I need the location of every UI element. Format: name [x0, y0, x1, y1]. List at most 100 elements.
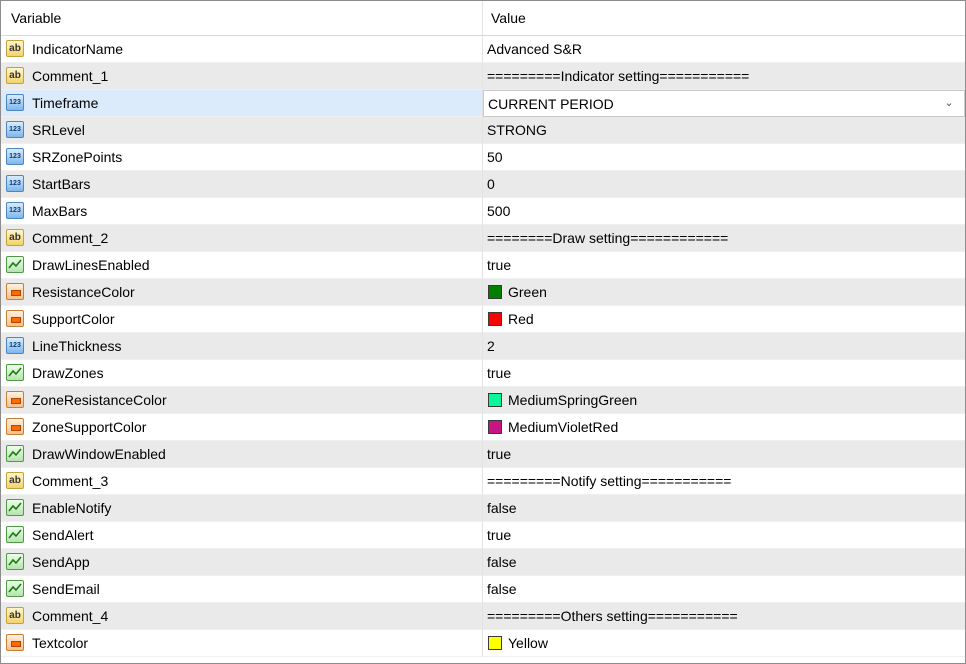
- value-text: STRONG: [487, 122, 547, 138]
- grid-row-linethickness[interactable]: 123 LineThickness 2: [1, 333, 965, 360]
- value-cell[interactable]: MediumVioletRed: [483, 414, 965, 441]
- grid-row-zonesupportcolor[interactable]: ZoneSupportColor MediumVioletRed: [1, 414, 965, 441]
- value-cell[interactable]: =========Others setting===========: [483, 603, 965, 630]
- variable-cell[interactable]: SendAlert: [1, 522, 482, 549]
- value-text: false: [487, 554, 517, 570]
- value-cell[interactable]: 2: [483, 333, 965, 360]
- variable-name: SendApp: [32, 554, 90, 570]
- value-text: 0: [487, 176, 495, 192]
- grid-row-drawwindowenabled[interactable]: DrawWindowEnabled true: [1, 441, 965, 468]
- grid-row-sendemail[interactable]: SendEmail false: [1, 576, 965, 603]
- grid-row-enablenotify[interactable]: EnableNotify false: [1, 495, 965, 522]
- value-text: true: [487, 446, 512, 462]
- value-dropdown[interactable]: CURRENT PERIOD ⌄: [483, 90, 965, 117]
- variable-cell[interactable]: ab Comment_3: [1, 468, 482, 495]
- value-cell[interactable]: true: [483, 252, 965, 279]
- variable-cell[interactable]: SendEmail: [1, 576, 482, 603]
- chevron-down-icon[interactable]: ⌄: [942, 96, 956, 110]
- grid-row-textcolor[interactable]: Textcolor Yellow: [1, 630, 965, 657]
- variable-cell[interactable]: ResistanceColor: [1, 279, 482, 306]
- grid-row-drawzones[interactable]: DrawZones true: [1, 360, 965, 387]
- variable-cell[interactable]: DrawLinesEnabled: [1, 252, 482, 279]
- variable-cell[interactable]: ZoneResistanceColor: [1, 387, 482, 414]
- variable-cell[interactable]: ab Comment_1: [1, 63, 482, 90]
- variable-cell[interactable]: ab Comment_4: [1, 603, 482, 630]
- value-cell[interactable]: 50: [483, 144, 965, 171]
- value-text: CURRENT PERIOD: [488, 96, 614, 112]
- variable-cell[interactable]: 123 SRZonePoints: [1, 144, 482, 171]
- value-cell[interactable]: Green: [483, 279, 965, 306]
- grid-row-startbars[interactable]: 123 StartBars 0: [1, 171, 965, 198]
- value-cell[interactable]: Red: [483, 306, 965, 333]
- grid-row-timeframe[interactable]: 123 Timeframe CURRENT PERIOD ⌄: [1, 90, 965, 117]
- variable-cell[interactable]: 123 LineThickness: [1, 333, 482, 360]
- color-swatch: [488, 312, 502, 326]
- grid-row-drawlinesenabled[interactable]: DrawLinesEnabled true: [1, 252, 965, 279]
- variable-cell[interactable]: DrawWindowEnabled: [1, 441, 482, 468]
- grid-row-maxbars[interactable]: 123 MaxBars 500: [1, 198, 965, 225]
- value-cell[interactable]: 500: [483, 198, 965, 225]
- header-value[interactable]: Value: [491, 1, 526, 35]
- variable-cell[interactable]: 123 MaxBars: [1, 198, 482, 225]
- variable-name: SRZonePoints: [32, 149, 123, 165]
- variable-name: SRLevel: [32, 122, 85, 138]
- value-text: Red: [508, 311, 534, 327]
- value-cell[interactable]: Advanced S&R: [483, 36, 965, 63]
- grid-header: Variable Value: [1, 1, 965, 36]
- variable-cell[interactable]: ab Comment_2: [1, 225, 482, 252]
- integer-type-icon: 123: [6, 121, 24, 138]
- value-cell[interactable]: =========Notify setting===========: [483, 468, 965, 495]
- variable-name: Comment_4: [32, 608, 109, 624]
- grid-row-comment-1[interactable]: ab Comment_1 =========Indicator setting===…: [1, 63, 965, 90]
- variable-cell[interactable]: EnableNotify: [1, 495, 482, 522]
- value-cell[interactable]: =========Indicator setting===========: [483, 63, 965, 90]
- integer-type-icon: 123: [6, 148, 24, 165]
- value-text: true: [487, 257, 512, 273]
- variable-cell[interactable]: DrawZones: [1, 360, 482, 387]
- value-text: =========Notify setting===========: [487, 473, 732, 489]
- grid-row-sendapp[interactable]: SendApp false: [1, 549, 965, 576]
- value-cell[interactable]: MediumSpringGreen: [483, 387, 965, 414]
- header-column-divider[interactable]: [482, 1, 483, 35]
- value-cell[interactable]: 0: [483, 171, 965, 198]
- value-cell[interactable]: false: [483, 576, 965, 603]
- grid-row-supportcolor[interactable]: SupportColor Red: [1, 306, 965, 333]
- variable-name: Comment_1: [32, 68, 109, 84]
- grid-row-srlevel[interactable]: 123 SRLevel STRONG: [1, 117, 965, 144]
- value-cell[interactable]: STRONG: [483, 117, 965, 144]
- boolean-type-icon: [6, 256, 24, 273]
- grid-row-indicatorname[interactable]: ab IndicatorName Advanced S&R: [1, 36, 965, 63]
- value-cell[interactable]: true: [483, 441, 965, 468]
- boolean-type-icon: [6, 364, 24, 381]
- variable-name: SendEmail: [32, 581, 100, 597]
- variable-cell[interactable]: SupportColor: [1, 306, 482, 333]
- grid-row-sendalert[interactable]: SendAlert true: [1, 522, 965, 549]
- variable-cell[interactable]: 123 SRLevel: [1, 117, 482, 144]
- grid-row-zoneresistancecolor[interactable]: ZoneResistanceColor MediumSpringGreen: [1, 387, 965, 414]
- value-cell[interactable]: ========Draw setting============: [483, 225, 965, 252]
- variable-cell[interactable]: 123 Timeframe: [1, 90, 482, 117]
- variable-name: IndicatorName: [32, 41, 124, 57]
- variable-name: Textcolor: [32, 635, 89, 651]
- variable-cell[interactable]: ab IndicatorName: [1, 36, 482, 63]
- grid-row-comment-3[interactable]: ab Comment_3 =========Notify setting======…: [1, 468, 965, 495]
- grid-row-comment-2[interactable]: ab Comment_2 ========Draw setting=========…: [1, 225, 965, 252]
- grid-row-comment-4[interactable]: ab Comment_4 =========Others setting======…: [1, 603, 965, 630]
- variable-cell[interactable]: Textcolor: [1, 630, 482, 657]
- value-text: ========Draw setting============: [487, 230, 729, 246]
- variable-cell[interactable]: 123 StartBars: [1, 171, 482, 198]
- value-cell[interactable]: false: [483, 495, 965, 522]
- grid-row-resistancecolor[interactable]: ResistanceColor Green: [1, 279, 965, 306]
- header-variable[interactable]: Variable: [11, 1, 61, 35]
- grid-row-srzonepoints[interactable]: 123 SRZonePoints 50: [1, 144, 965, 171]
- color-type-icon: [6, 310, 24, 327]
- value-cell[interactable]: Yellow: [483, 630, 965, 657]
- variable-name: DrawLinesEnabled: [32, 257, 150, 273]
- string-type-icon: ab: [6, 472, 24, 489]
- variable-cell[interactable]: SendApp: [1, 549, 482, 576]
- value-cell[interactable]: true: [483, 522, 965, 549]
- value-text: =========Indicator setting===========: [487, 68, 750, 84]
- value-cell[interactable]: true: [483, 360, 965, 387]
- variable-cell[interactable]: ZoneSupportColor: [1, 414, 482, 441]
- value-cell[interactable]: false: [483, 549, 965, 576]
